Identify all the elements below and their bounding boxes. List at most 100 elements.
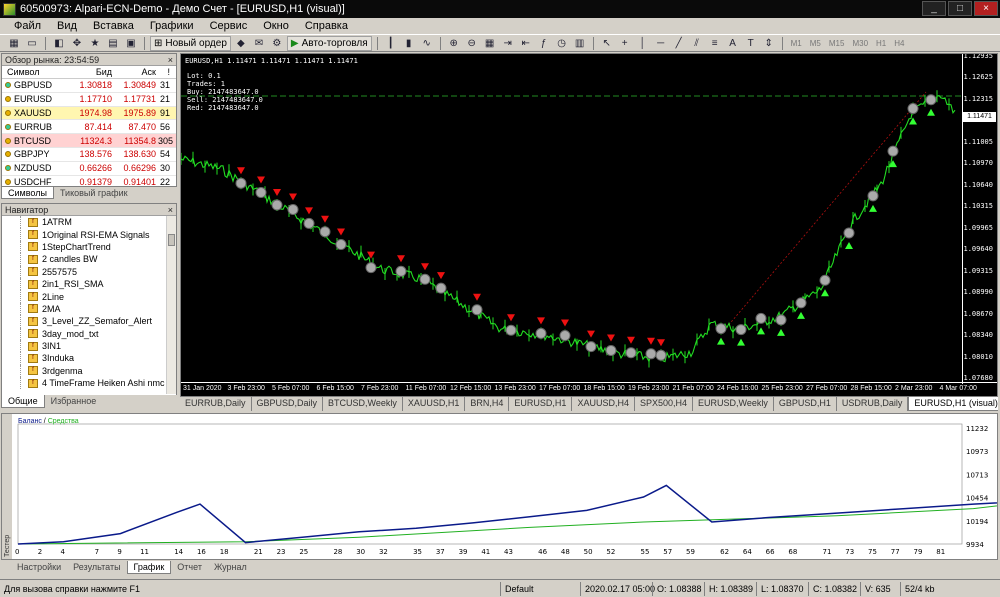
tab-symbols[interactable]: Символы — [1, 187, 54, 199]
chart-tab[interactable]: GBPUSD,H1 — [774, 397, 837, 411]
arrows-icon[interactable]: ⇕ — [761, 36, 777, 50]
metaeditor-icon[interactable]: ◆ — [233, 36, 249, 50]
column-spread[interactable]: ! — [158, 67, 172, 77]
navigator-item[interactable]: f 2in1_RSI_SMA — [2, 277, 176, 291]
menu-tools[interactable]: Сервис — [202, 20, 256, 32]
market-watch-row[interactable]: XAUUSD 1974.98 1975.89 91 — [2, 106, 176, 121]
menu-file[interactable]: Файл — [6, 20, 49, 32]
timeframe-m15[interactable]: M15 — [826, 39, 848, 48]
market-watch-row[interactable]: NZDUSD 0.66266 0.66296 30 — [2, 162, 176, 176]
text-icon[interactable]: A — [725, 36, 741, 50]
market-watch-row[interactable]: GBPUSD 1.30818 1.30849 31 — [2, 79, 176, 93]
period-clock-icon[interactable]: ◷ — [554, 36, 570, 50]
chart-tab[interactable]: XAUUSD,H1 — [403, 397, 466, 411]
chart-tab[interactable]: EURUSD,H1 (visual) — [908, 397, 998, 411]
menu-window[interactable]: Окно — [255, 20, 297, 32]
chart-tab[interactable]: XAUUSD,H4 — [572, 397, 635, 411]
chart-tab[interactable]: GBPUSD,Daily — [252, 397, 324, 411]
indicators-icon[interactable]: ƒ — [536, 36, 552, 50]
vertical-line-icon[interactable]: │ — [635, 36, 651, 50]
market-watch-row[interactable]: EURUSD 1.17710 1.17731 21 — [2, 93, 176, 107]
trendline-icon[interactable]: ╱ — [671, 36, 687, 50]
tab-results[interactable]: Результаты — [67, 561, 126, 574]
navigator-item[interactable]: f 3_Level_ZZ_Semafor_Alert — [2, 315, 176, 328]
tab-favorites[interactable]: Избранное — [45, 395, 103, 408]
cursor-icon[interactable]: ↖ — [599, 36, 615, 50]
navigator-scrollbar[interactable] — [166, 216, 176, 394]
chart-tab[interactable]: USDRUB,Daily — [837, 397, 909, 411]
terminal-icon[interactable]: ▤ — [105, 36, 121, 50]
column-ask[interactable]: Аск — [114, 67, 158, 77]
tab-report[interactable]: Отчет — [171, 561, 208, 574]
tab-tick-chart[interactable]: Тиковый график — [54, 187, 134, 199]
new-order-button[interactable]: ⊞ Новый ордер — [150, 35, 231, 51]
menu-help[interactable]: Справка — [297, 20, 356, 32]
chart-tab[interactable]: EURUSD,Weekly — [693, 397, 774, 411]
chart-tab[interactable]: EURUSD,H1 — [509, 397, 573, 411]
zoom-out-icon[interactable]: ⊖ — [464, 36, 480, 50]
menu-view[interactable]: Вид — [49, 20, 85, 32]
navigator-item[interactable]: f 4 TimeFrame Heiken Ashi nmc — [2, 377, 176, 390]
zoom-in-icon[interactable]: ⊕ — [446, 36, 462, 50]
navigator-item[interactable]: f 1Original RSI-EMA Signals — [2, 228, 176, 242]
crosshair-icon[interactable]: + — [617, 36, 633, 50]
timeframe-m1[interactable]: M1 — [788, 39, 805, 48]
navigator-item[interactable]: f 3IN1 — [2, 339, 176, 353]
chart-tab[interactable]: SPX500,H4 — [635, 397, 693, 411]
bar-chart-icon[interactable]: ┃ — [383, 36, 399, 50]
menu-insert[interactable]: Вставка — [85, 20, 142, 32]
navigator-item[interactable]: f 2Line — [2, 290, 176, 304]
chart-tab[interactable]: BRN,H4 — [465, 397, 510, 411]
close-icon[interactable]: × — [168, 55, 176, 65]
navigator-item[interactable]: f 2MA — [2, 302, 176, 316]
navigator-item[interactable]: f 1ATRM — [2, 216, 176, 229]
market-watch-row[interactable]: GBPJPY 138.576 138.630 54 — [2, 148, 176, 162]
close-button[interactable]: × — [974, 1, 998, 16]
fibonacci-icon[interactable]: ≡ — [707, 36, 723, 50]
close-icon[interactable]: × — [168, 205, 176, 215]
line-chart-icon[interactable]: ∿ — [419, 36, 435, 50]
scrollbar-thumb[interactable] — [168, 234, 175, 246]
timeframe-m30[interactable]: M30 — [849, 39, 871, 48]
maximize-button[interactable]: □ — [948, 1, 972, 16]
navigator-item[interactable]: f 2 candles BW — [2, 253, 176, 266]
timeframe-m5[interactable]: M5 — [807, 39, 824, 48]
menu-charts[interactable]: Графики — [142, 20, 202, 32]
navigator-icon[interactable]: ★ — [87, 36, 103, 50]
autoscroll-icon[interactable]: ⇥ — [500, 36, 516, 50]
channel-icon[interactable]: ⫽ — [689, 36, 705, 50]
chart-tab[interactable]: EURRUB,Daily — [180, 397, 252, 411]
label-icon[interactable]: T — [743, 36, 759, 50]
navigator-item[interactable]: f 3day_mod_txt — [2, 327, 176, 341]
templates-icon[interactable]: ▥ — [572, 36, 588, 50]
horizontal-line-icon[interactable]: ─ — [653, 36, 669, 50]
navigator-item[interactable]: f 2557575 — [2, 265, 176, 279]
column-symbol[interactable]: Символ — [2, 67, 70, 77]
column-bid[interactable]: Бид — [70, 67, 114, 77]
tester-icon[interactable]: ▣ — [123, 36, 139, 50]
auto-trading-button[interactable]: ▶ Авто-торговля — [286, 35, 372, 51]
timeframe-h1[interactable]: H1 — [873, 39, 889, 48]
tab-graph[interactable]: График — [126, 561, 172, 574]
navigator-item[interactable]: f 3Induka — [2, 352, 176, 366]
status-profile[interactable]: Default — [500, 581, 580, 596]
new-chart-icon[interactable]: ▦ — [6, 36, 22, 50]
signals-icon[interactable]: ✉ — [251, 36, 267, 50]
candlestick-icon[interactable]: ▮ — [401, 36, 417, 50]
chart-shift-icon[interactable]: ⇤ — [518, 36, 534, 50]
market-watch-row[interactable]: EURRUB 87.414 87.470 56 — [2, 120, 176, 135]
tab-common[interactable]: Общие — [1, 395, 45, 408]
market-watch-row[interactable]: BTCUSD 11324.3 11354.8 305 — [2, 134, 176, 148]
navigator-item[interactable]: f 3rdgenma — [2, 364, 176, 378]
navigator-item[interactable]: f 1StepChartTrend — [2, 240, 176, 254]
market-icon[interactable]: ⚙ — [269, 36, 285, 50]
minimize-button[interactable]: _ — [922, 1, 946, 16]
tab-journal[interactable]: Журнал — [208, 561, 253, 574]
price-chart[interactable]: EURUSD,H1 1.11471 1.11471 1.11471 1.1147… — [180, 53, 998, 397]
profiles-icon[interactable]: ▭ — [24, 36, 40, 50]
tab-settings[interactable]: Настройки — [11, 561, 67, 574]
data-window-icon[interactable]: ✥ — [69, 36, 85, 50]
market-watch-icon[interactable]: ◧ — [51, 36, 67, 50]
chart-tab[interactable]: BTCUSD,Weekly — [323, 397, 403, 411]
tile-windows-icon[interactable]: ▦ — [482, 36, 498, 50]
